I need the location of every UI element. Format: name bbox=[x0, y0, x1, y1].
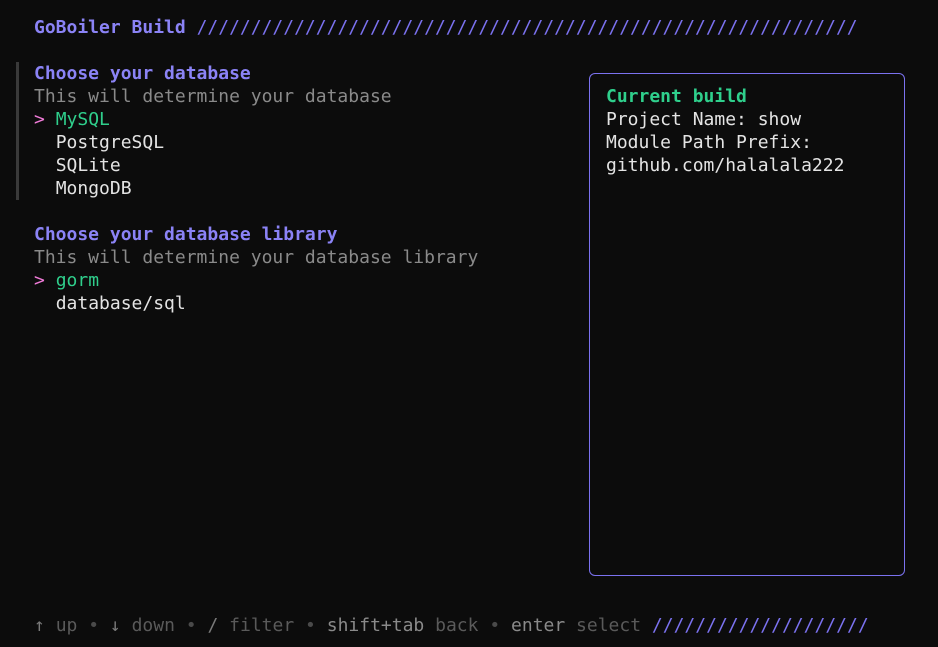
option-label: gorm bbox=[55, 270, 100, 291]
database-field-title: Choose your database bbox=[34, 63, 251, 84]
help-key-filter: / bbox=[207, 615, 219, 636]
app-header: GoBoiler Build /////////////////////////… bbox=[34, 16, 858, 39]
library-field-description: This will determine your database librar… bbox=[34, 247, 479, 268]
help-separator: • bbox=[305, 615, 316, 636]
option-label: MongoDB bbox=[55, 178, 132, 199]
cursor-icon: > bbox=[34, 109, 45, 130]
build-panel-title: Current build bbox=[606, 86, 747, 107]
help-bar: ↑ up • ↓ down • / filter • shift+tab bac… bbox=[34, 614, 869, 637]
option-mysql[interactable]: > MySQL bbox=[34, 108, 110, 131]
option-label: SQLite bbox=[55, 155, 121, 176]
database-field-description: This will determine your database bbox=[34, 86, 392, 107]
option-postgresql[interactable]: PostgreSQL bbox=[34, 131, 164, 154]
help-separator: • bbox=[88, 615, 100, 636]
option-label: PostgreSQL bbox=[55, 132, 165, 153]
option-database-sql[interactable]: database/sql bbox=[34, 292, 186, 315]
library-field-title: Choose your database library bbox=[34, 224, 338, 245]
option-gorm[interactable]: > gorm bbox=[34, 269, 99, 292]
help-separator: • bbox=[489, 615, 501, 636]
app-title: GoBoiler Build bbox=[34, 17, 186, 38]
project-name-line: Project Name: show bbox=[606, 109, 802, 130]
help-desc-down: down bbox=[131, 615, 175, 636]
help-desc-back: back bbox=[435, 615, 479, 636]
help-separator: • bbox=[185, 615, 197, 636]
cursor-icon: > bbox=[34, 270, 45, 291]
help-slashes: //////////////////// bbox=[651, 615, 869, 636]
header-slashes: ////////////////////////////////////////… bbox=[196, 17, 858, 38]
help-desc-filter: filter bbox=[229, 615, 295, 636]
down-arrow-icon: ↓ bbox=[109, 615, 121, 636]
help-key-back: shift+tab bbox=[326, 615, 425, 636]
option-sqlite[interactable]: SQLite bbox=[34, 154, 121, 177]
option-label: database/sql bbox=[55, 293, 186, 314]
option-mongodb[interactable]: MongoDB bbox=[34, 177, 132, 200]
current-build-panel: Current build Project Name: show Module … bbox=[589, 73, 905, 576]
module-prefix-value: github.com/halalala222 bbox=[606, 155, 845, 176]
option-label: MySQL bbox=[55, 109, 110, 130]
module-prefix-label: Module Path Prefix: bbox=[606, 132, 812, 153]
focus-indicator-bar bbox=[16, 62, 19, 200]
help-desc-up: up bbox=[55, 615, 78, 636]
help-key-select: enter bbox=[511, 615, 566, 636]
help-desc-select: select bbox=[576, 615, 642, 636]
up-arrow-icon: ↑ bbox=[34, 615, 45, 636]
